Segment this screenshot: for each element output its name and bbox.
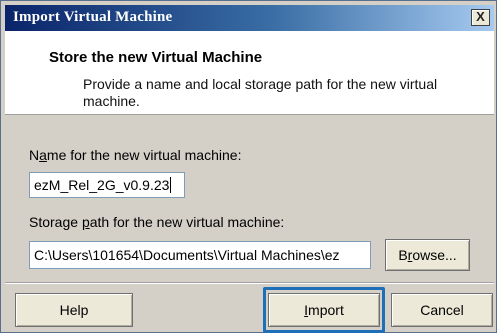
help-button[interactable]: Help: [15, 293, 133, 327]
browse-button[interactable]: Browse...: [385, 239, 470, 271]
import-highlight-box: [263, 287, 385, 333]
cancel-button[interactable]: Cancel: [391, 293, 493, 327]
close-button[interactable]: X: [471, 9, 490, 26]
title-bar[interactable]: Import Virtual Machine X: [5, 5, 494, 31]
window-title: Import Virtual Machine: [13, 9, 173, 25]
import-vm-dialog: Import Virtual Machine X Store the new V…: [0, 0, 497, 333]
text-caret: [170, 177, 172, 193]
header-description: Provide a name and local storage path fo…: [83, 76, 438, 109]
footer-separator: [5, 282, 494, 284]
vm-name-input[interactable]: ezM_Rel_2G_v0.9.23: [29, 172, 185, 198]
wizard-header: Store the new Virtual Machine Provide a …: [5, 31, 494, 115]
path-field-label: Storage path for the new virtual machine…: [29, 214, 285, 230]
name-field-label: Name for the new virtual machine:: [29, 147, 242, 163]
storage-path-input[interactable]: C:\Users\101654\Documents\Virtual Machin…: [29, 241, 371, 269]
close-icon: X: [476, 9, 485, 24]
header-title: Store the new Virtual Machine: [49, 49, 263, 66]
